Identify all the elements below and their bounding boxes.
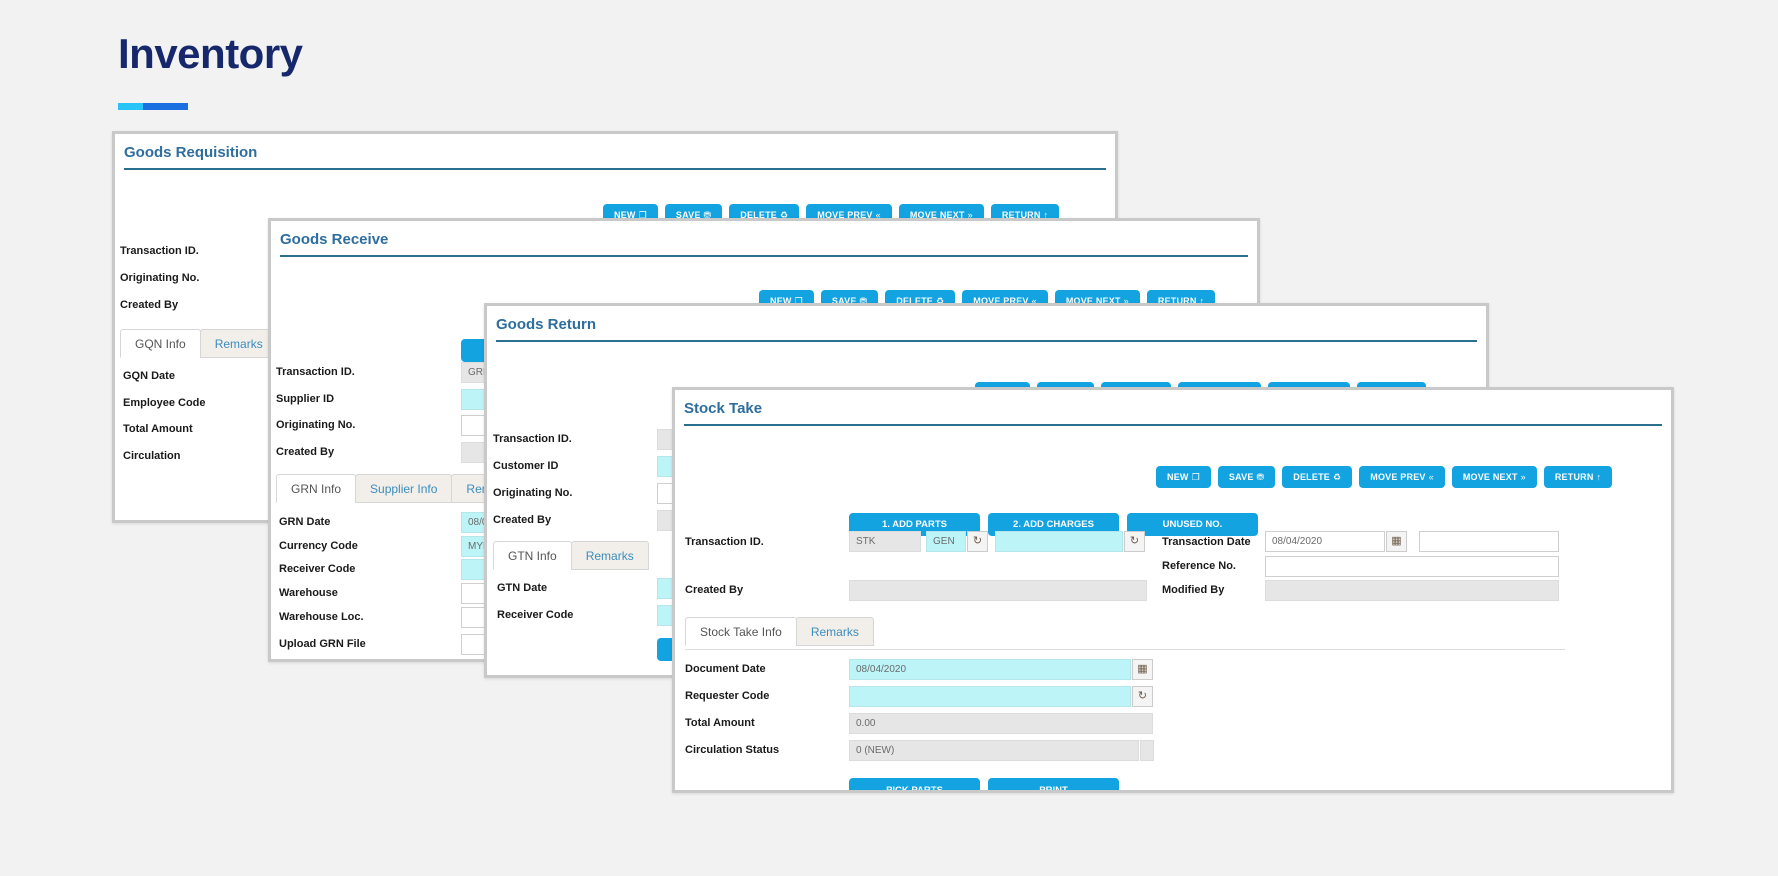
gr-label-currency-code: Currency Code xyxy=(279,540,358,552)
gr-tab-grn-info[interactable]: GRN Info xyxy=(276,474,357,503)
gt-label-created-by: Created By xyxy=(493,514,552,526)
gq-label-transaction-id: Transaction ID. xyxy=(120,245,199,257)
st-label-document-date: Document Date xyxy=(685,663,766,675)
st-unused-no-button[interactable]: UNUSED NO. xyxy=(1127,513,1258,536)
st-label-created-by: Created By xyxy=(685,584,744,596)
st-transaction-id-refresh-icon[interactable]: ↻ xyxy=(967,531,988,552)
accent-bar xyxy=(118,103,188,110)
window-title-goods-receive: Goods Receive xyxy=(280,221,1248,257)
gr-label-supplier-id: Supplier ID xyxy=(276,393,335,405)
gr-label-originating-no: Originating No. xyxy=(276,419,356,431)
st-field-transaction-id-prefix[interactable]: STK xyxy=(849,531,921,552)
stock-take-toolbar: NEW ❐ SAVE ⛃ DELETE ♻ MOVE PREV « MOVE NEXT»… xyxy=(1156,466,1613,488)
chevron-right-icon: » xyxy=(1520,472,1526,482)
gr-label-created-by: Created By xyxy=(276,446,335,458)
st-document-date-calendar-icon[interactable]: ▦ xyxy=(1132,659,1153,680)
st-field-transaction-date[interactable]: 08/04/2020 xyxy=(1265,531,1385,552)
st-label-modified-by: Modified By xyxy=(1162,584,1225,596)
st-label-total-amount: Total Amount xyxy=(685,717,755,729)
chevron-left-icon: « xyxy=(1428,472,1434,482)
window-stock-take[interactable]: Stock Take NEW ❐ SAVE ⛃ DELETE ♻ MOVE PREV «… xyxy=(672,387,1674,793)
st-label-transaction-id: Transaction ID. xyxy=(685,536,764,548)
save-disk-icon: ⛃ xyxy=(1256,472,1265,482)
gt-label-customer-id: Customer ID xyxy=(493,460,559,472)
st-tabs: Stock Take Info Remarks xyxy=(685,617,874,646)
page-title: Inventory xyxy=(118,30,303,77)
st-label-transaction-date: Transaction Date xyxy=(1162,536,1251,548)
st-field-requester-code[interactable] xyxy=(849,686,1131,707)
accent-bar-dark xyxy=(142,103,188,110)
gq-label-total-amount: Total Amount xyxy=(123,423,193,435)
st-transaction-date-calendar-icon[interactable]: ▦ xyxy=(1386,531,1407,552)
arrow-up-icon: ↑ xyxy=(1596,472,1602,482)
gt-label-originating-no: Originating No. xyxy=(493,487,573,499)
gr-label-transaction-id: Transaction ID. xyxy=(276,366,355,378)
window-title-goods-return: Goods Return xyxy=(496,306,1477,342)
gt-label-gtn-date: GTN Date xyxy=(497,582,548,594)
st-requester-code-lookup-icon[interactable]: ↻ xyxy=(1132,686,1153,707)
st-move-next-button[interactable]: MOVE NEXT» xyxy=(1451,466,1537,488)
gt-label-transaction-id: Transaction ID. xyxy=(493,433,572,445)
st-field-transaction-id-gen[interactable]: GEN xyxy=(926,531,966,552)
gr-label-warehouse-loc: Warehouse Loc. xyxy=(279,611,364,623)
gq-tab-remarks[interactable]: Remarks xyxy=(199,329,278,358)
gt-tab-remarks[interactable]: Remarks xyxy=(570,541,649,570)
gt-label-receiver-code: Receiver Code xyxy=(497,609,574,621)
st-field-transaction-id-value[interactable] xyxy=(995,531,1123,552)
st-label-reference-no: Reference No. xyxy=(1162,560,1236,572)
st-field-transaction-date-extra[interactable] xyxy=(1419,531,1559,552)
gq-label-circulation: Circulation xyxy=(123,450,181,462)
gt-tab-gtn-info[interactable]: GTN Info xyxy=(493,541,572,570)
gr-label-upload-grn-file: Upload GRN File xyxy=(279,638,366,650)
st-field-document-date[interactable]: 08/04/2020 xyxy=(849,659,1131,680)
gr-label-warehouse: Warehouse xyxy=(279,587,338,599)
gr-label-receiver-code: Receiver Code xyxy=(279,563,356,575)
gq-label-employee-code: Employee Code xyxy=(123,397,206,409)
gq-label-gqn-date: GQN Date xyxy=(123,370,175,382)
accent-bar-light xyxy=(118,103,143,110)
gr-tab-supplier-info[interactable]: Supplier Info xyxy=(355,474,453,503)
gq-label-created-by: Created By xyxy=(120,299,179,311)
gq-label-originating-no: Originating No. xyxy=(120,272,200,284)
st-tab-stock-take-info[interactable]: Stock Take Info xyxy=(685,617,797,646)
st-new-button[interactable]: NEW ❐ xyxy=(1156,466,1211,488)
gq-tab-gqn-info[interactable]: GQN Info xyxy=(120,329,201,358)
app-root: Inventory Goods Requisition NEW ❐ SAVE ⛃ D… xyxy=(0,0,1778,876)
gq-tabs: GQN Info Remarks xyxy=(120,329,278,358)
st-label-requester-code: Requester Code xyxy=(685,690,770,702)
st-tab-remarks[interactable]: Remarks xyxy=(795,617,874,646)
st-delete-button[interactable]: DELETE ♻ xyxy=(1282,466,1353,488)
gr-label-grn-date: GRN Date xyxy=(279,516,331,528)
gt-tabs: GTN Info Remarks xyxy=(493,541,649,570)
st-tab-divider xyxy=(685,649,1565,650)
st-transaction-id-lookup-icon[interactable]: ↻ xyxy=(1124,531,1145,552)
trash-icon: ♻ xyxy=(1333,472,1342,482)
st-label-circulation-status: Circulation Status xyxy=(685,744,780,756)
st-pick-parts-button[interactable]: PICK PARTS xyxy=(849,778,980,790)
window-title-stock-take: Stock Take xyxy=(684,390,1662,426)
st-field-circulation-status-extra[interactable] xyxy=(1140,740,1154,761)
new-doc-icon: ❐ xyxy=(1191,472,1200,482)
window-title-goods-requisition: Goods Requisition xyxy=(124,134,1106,170)
st-move-prev-button[interactable]: MOVE PREV « xyxy=(1359,466,1445,488)
st-save-button[interactable]: SAVE ⛃ xyxy=(1217,466,1276,488)
st-field-reference-no[interactable] xyxy=(1265,556,1559,577)
st-return-button[interactable]: RETURN ↑ xyxy=(1543,466,1613,488)
st-field-created-by[interactable] xyxy=(849,580,1147,601)
st-field-modified-by[interactable] xyxy=(1265,580,1559,601)
st-field-circulation-status[interactable]: 0 (NEW) xyxy=(849,740,1139,761)
st-print-button[interactable]: PRINT xyxy=(988,778,1119,790)
st-field-total-amount[interactable]: 0.00 xyxy=(849,713,1153,734)
